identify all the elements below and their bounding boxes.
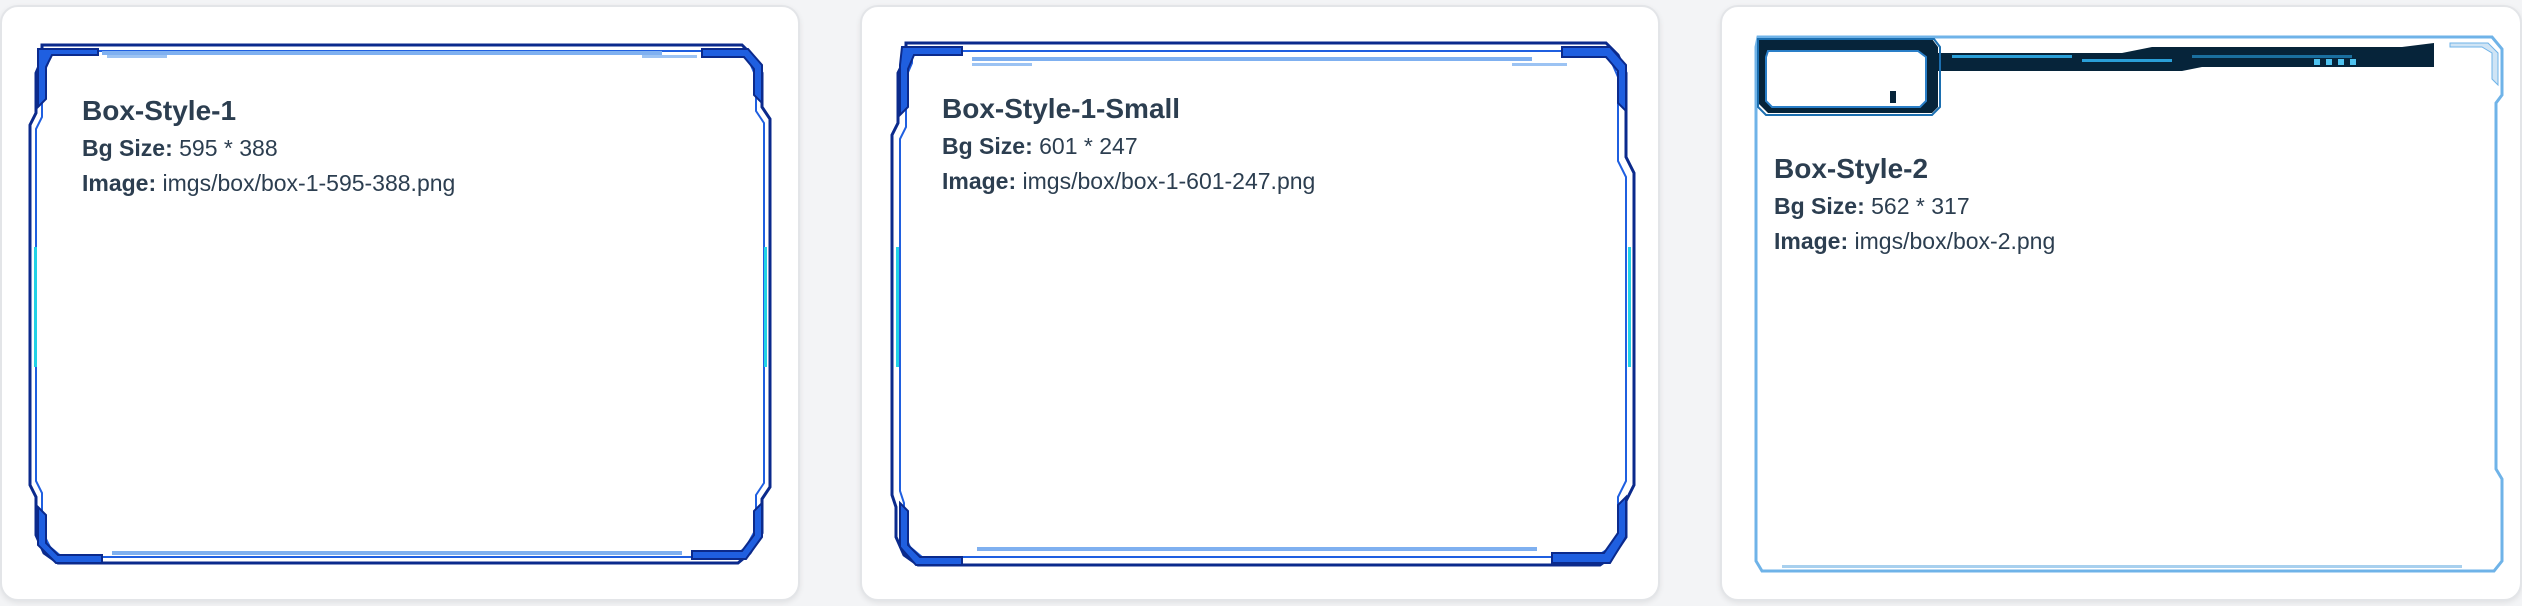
box-style-2-card: Box-Style-2 Bg Size: 562 * 317 Image: im… <box>1720 5 2522 601</box>
bg-size-label: Bg Size: <box>1774 193 1865 219</box>
box-style-1-small-card: Box-Style-1-Small Bg Size: 601 * 247 Ima… <box>860 5 1660 601</box>
card-title: Box-Style-1 <box>82 95 237 126</box>
bg-size-value: 595 * 388 <box>179 135 278 161</box>
bg-size-row: Bg Size: 601 * 247 <box>942 133 1315 160</box>
image-label: Image: <box>82 170 157 196</box>
image-path: imgs/box/box-1-595-388.png <box>162 170 456 196</box>
image-path: imgs/box/box-1-601-247.png <box>1022 168 1316 194</box>
bg-size-row: Bg Size: 595 * 388 <box>82 135 455 162</box>
card-title: Box-Style-2 <box>1774 153 1929 184</box>
image-label: Image: <box>942 168 1017 194</box>
card-title: Box-Style-1-Small <box>942 93 1181 124</box>
scifi-tab-header-frame-icon <box>1754 35 2504 573</box>
box-style-1-info: Box-Style-1 Bg Size: 595 * 388 Image: im… <box>82 95 455 205</box>
box-style-2-info: Box-Style-2 Bg Size: 562 * 317 Image: im… <box>1774 153 2055 263</box>
box-style-1-card: Box-Style-1 Bg Size: 595 * 388 Image: im… <box>0 5 800 601</box>
image-row: Image: imgs/box/box-1-601-247.png <box>942 168 1315 195</box>
bg-size-label: Bg Size: <box>942 133 1033 159</box>
bg-size-label: Bg Size: <box>82 135 173 161</box>
image-path: imgs/box/box-2.png <box>1854 228 2056 254</box>
bg-size-row: Bg Size: 562 * 317 <box>1774 193 2055 220</box>
box-style-1-small-info: Box-Style-1-Small Bg Size: 601 * 247 Ima… <box>942 93 1315 203</box>
image-row: Image: imgs/box/box-1-595-388.png <box>82 170 455 197</box>
bg-size-value: 562 * 317 <box>1871 193 1970 219</box>
bg-size-value: 601 * 247 <box>1039 133 1138 159</box>
image-row: Image: imgs/box/box-2.png <box>1774 228 2055 255</box>
image-label: Image: <box>1774 228 1849 254</box>
